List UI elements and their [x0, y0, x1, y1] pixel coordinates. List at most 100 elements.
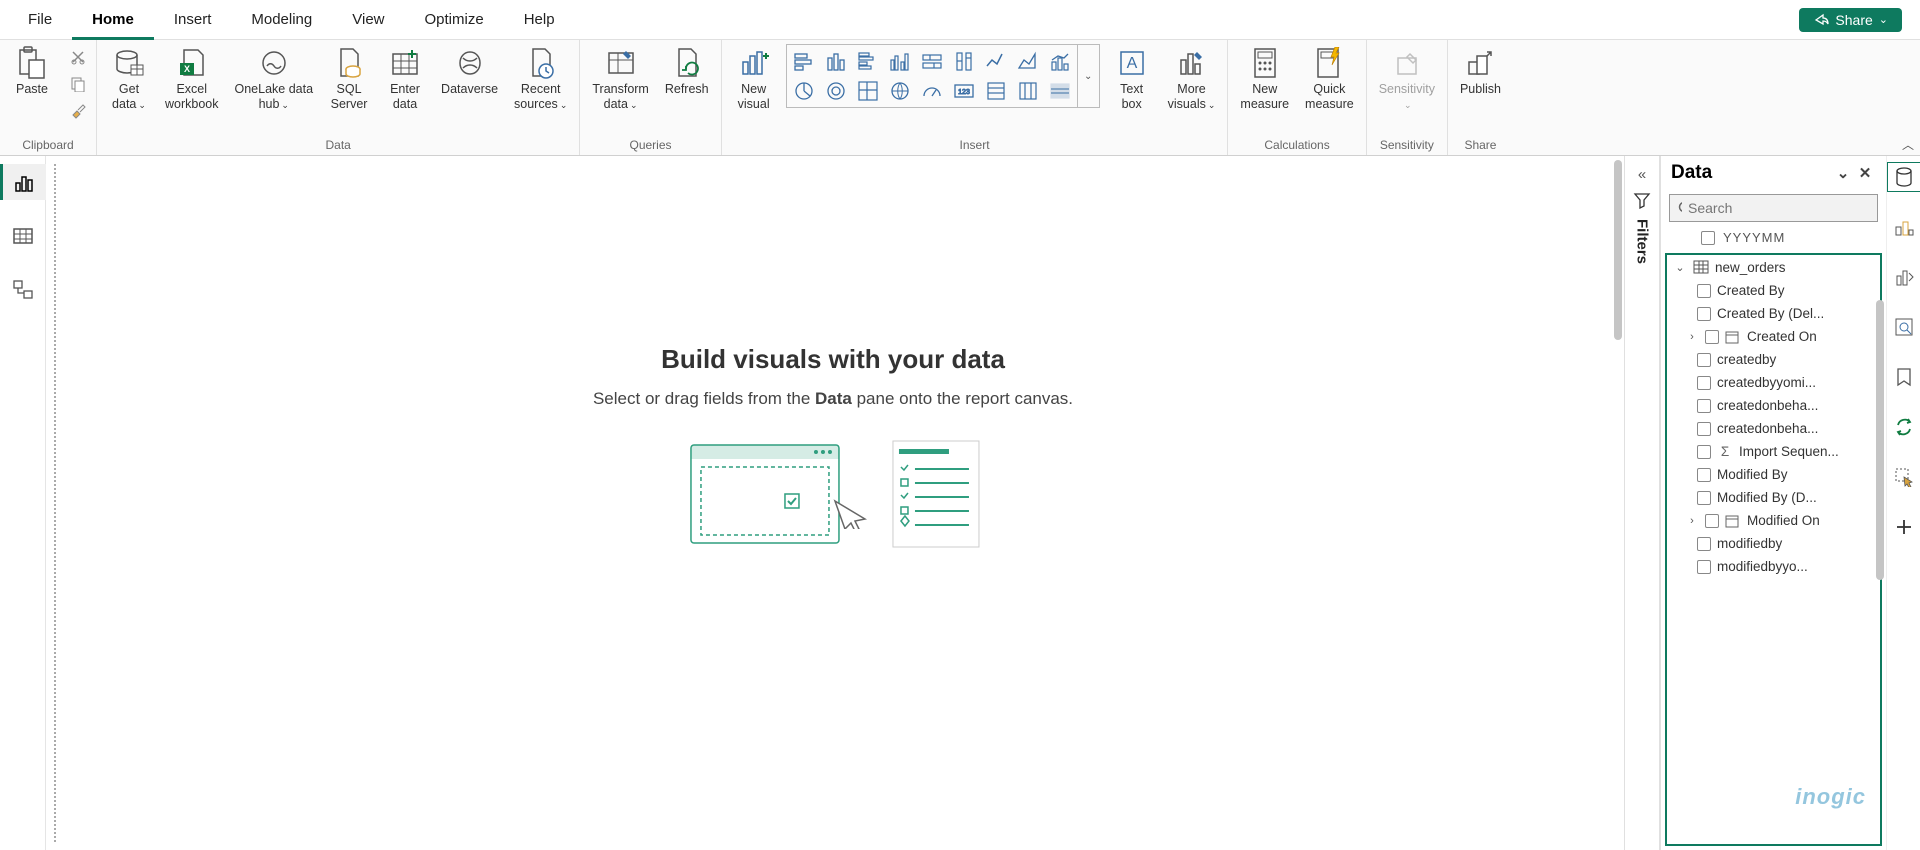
field-checkbox[interactable] — [1705, 514, 1719, 528]
cut-button[interactable] — [68, 47, 88, 67]
viz-clustered-bar[interactable] — [853, 47, 883, 75]
data-scrollbar[interactable] — [1876, 300, 1884, 580]
field-checkbox[interactable] — [1697, 491, 1711, 505]
viz-clustered-column[interactable] — [885, 47, 915, 75]
text-box-button[interactable]: A Text box — [1108, 44, 1156, 114]
gallery-expand[interactable]: ⌄ — [1078, 44, 1100, 108]
copy-button[interactable] — [68, 74, 88, 94]
excel-button[interactable]: X Excel workbook — [161, 44, 223, 114]
dataverse-button[interactable]: Dataverse — [437, 44, 502, 99]
field-checkbox[interactable] — [1697, 468, 1711, 482]
data-rail-button[interactable] — [1887, 162, 1920, 192]
field-checkbox[interactable] — [1697, 376, 1711, 390]
viz-kpi[interactable] — [981, 77, 1011, 105]
onelake-button[interactable]: OneLake data hub⌄ — [231, 44, 318, 114]
collapse-ribbon-button[interactable]: ︿ — [1902, 136, 1914, 153]
viz-card[interactable]: 123 — [949, 77, 979, 105]
tab-help[interactable]: Help — [504, 0, 575, 40]
field-checkbox[interactable] — [1697, 353, 1711, 367]
viz-line[interactable] — [981, 47, 1011, 75]
field-checkbox[interactable] — [1697, 284, 1711, 298]
field-row[interactable]: modifiedby — [1667, 532, 1880, 555]
format-painter-button[interactable] — [68, 101, 88, 121]
transform-data-button[interactable]: Transform data⌄ — [588, 44, 653, 114]
field-checkbox[interactable] — [1697, 537, 1711, 551]
viz-combo[interactable] — [1045, 47, 1075, 75]
quick-measure-button[interactable]: Quick measure — [1301, 44, 1358, 114]
selection-rail-button[interactable] — [1887, 462, 1920, 492]
viz-area[interactable] — [1013, 47, 1043, 75]
search-input[interactable] — [1688, 200, 1869, 216]
recent-sources-button[interactable]: Recent sources⌄ — [510, 44, 571, 114]
tab-optimize[interactable]: Optimize — [405, 0, 504, 40]
field-row[interactable]: createdby — [1667, 348, 1880, 371]
add-rail-button[interactable] — [1887, 512, 1920, 542]
field-checkbox[interactable] — [1697, 445, 1711, 459]
model-view-button[interactable] — [0, 272, 46, 308]
report-canvas[interactable]: Build visuals with your data Select or d… — [54, 164, 1612, 842]
table-view-button[interactable] — [0, 218, 46, 254]
search-box[interactable] — [1669, 194, 1878, 222]
field-checkbox[interactable] — [1697, 307, 1711, 321]
field-row[interactable]: Modified By — [1667, 463, 1880, 486]
field-row[interactable]: ΣImport Sequen... — [1667, 440, 1880, 463]
truncated-prev-field[interactable]: YYYYMM — [1661, 226, 1886, 249]
field-row[interactable]: createdonbeha... — [1667, 417, 1880, 440]
viz-100-bar[interactable] — [917, 47, 947, 75]
viz-slicer[interactable] — [1013, 77, 1043, 105]
field-checkbox[interactable] — [1697, 560, 1711, 574]
chevron-right-icon[interactable]: › — [1685, 331, 1699, 343]
viz-stacked-column[interactable] — [821, 47, 851, 75]
field-row[interactable]: Modified By (D... — [1667, 486, 1880, 509]
table-node[interactable]: ⌄ new_orders — [1667, 255, 1880, 279]
tab-insert[interactable]: Insert — [154, 0, 232, 40]
format-rail-button[interactable] — [1887, 212, 1920, 242]
viz-map[interactable] — [885, 77, 915, 105]
publish-button[interactable]: Publish — [1456, 44, 1505, 99]
new-visual-button[interactable]: New visual — [730, 44, 778, 114]
tab-file[interactable]: File — [8, 0, 72, 40]
tab-view[interactable]: View — [332, 0, 404, 40]
field-row[interactable]: ›Created On — [1667, 325, 1880, 348]
sync-rail-button[interactable] — [1887, 412, 1920, 442]
expand-filters-button[interactable]: « — [1638, 166, 1646, 183]
get-data-button[interactable]: Get data⌄ — [105, 44, 153, 114]
chevron-down-icon[interactable]: ⌄ — [1673, 261, 1687, 274]
field-checkbox[interactable] — [1697, 422, 1711, 436]
field-row[interactable]: createdonbeha... — [1667, 394, 1880, 417]
viz-pie[interactable] — [789, 77, 819, 105]
field-row[interactable]: createdbyyomi... — [1667, 371, 1880, 394]
close-data-button[interactable]: ✕ — [1854, 164, 1876, 182]
viz-stacked-bar[interactable] — [789, 47, 819, 75]
viz-gauge[interactable] — [917, 77, 947, 105]
refresh-button[interactable]: Refresh — [661, 44, 713, 99]
analyze-rail-button[interactable] — [1887, 312, 1920, 342]
paste-button[interactable]: Paste — [8, 44, 56, 99]
more-visuals-button[interactable]: More visuals⌄ — [1164, 44, 1220, 114]
field-checkbox[interactable] — [1701, 231, 1715, 245]
viz-table[interactable] — [1045, 77, 1075, 105]
share-button[interactable]: Share ⌄ — [1799, 8, 1902, 32]
ribbon-group-insert: New visual — [722, 40, 1229, 155]
field-checkbox[interactable] — [1705, 330, 1719, 344]
drill-rail-button[interactable] — [1887, 262, 1920, 292]
collapse-data-button[interactable]: ⌄ — [1832, 164, 1854, 182]
viz-treemap[interactable] — [853, 77, 883, 105]
tab-home[interactable]: Home — [72, 0, 154, 40]
report-view-button[interactable] — [0, 164, 46, 200]
enter-data-button[interactable]: Enter data — [381, 44, 429, 114]
menu-bar: File Home Insert Modeling View Optimize … — [0, 0, 1920, 40]
tab-modeling[interactable]: Modeling — [231, 0, 332, 40]
chevron-right-icon[interactable]: › — [1685, 515, 1699, 527]
sql-button[interactable]: SQL Server — [325, 44, 373, 114]
canvas-scrollbar[interactable] — [1614, 160, 1622, 340]
field-row[interactable]: ›Modified On — [1667, 509, 1880, 532]
field-row[interactable]: Created By (Del... — [1667, 302, 1880, 325]
viz-100-column[interactable] — [949, 47, 979, 75]
field-row[interactable]: modifiedbyyo... — [1667, 555, 1880, 578]
field-row[interactable]: Created By — [1667, 279, 1880, 302]
field-checkbox[interactable] — [1697, 399, 1711, 413]
new-measure-button[interactable]: New measure — [1236, 44, 1293, 114]
bookmark-rail-button[interactable] — [1887, 362, 1920, 392]
viz-donut[interactable] — [821, 77, 851, 105]
